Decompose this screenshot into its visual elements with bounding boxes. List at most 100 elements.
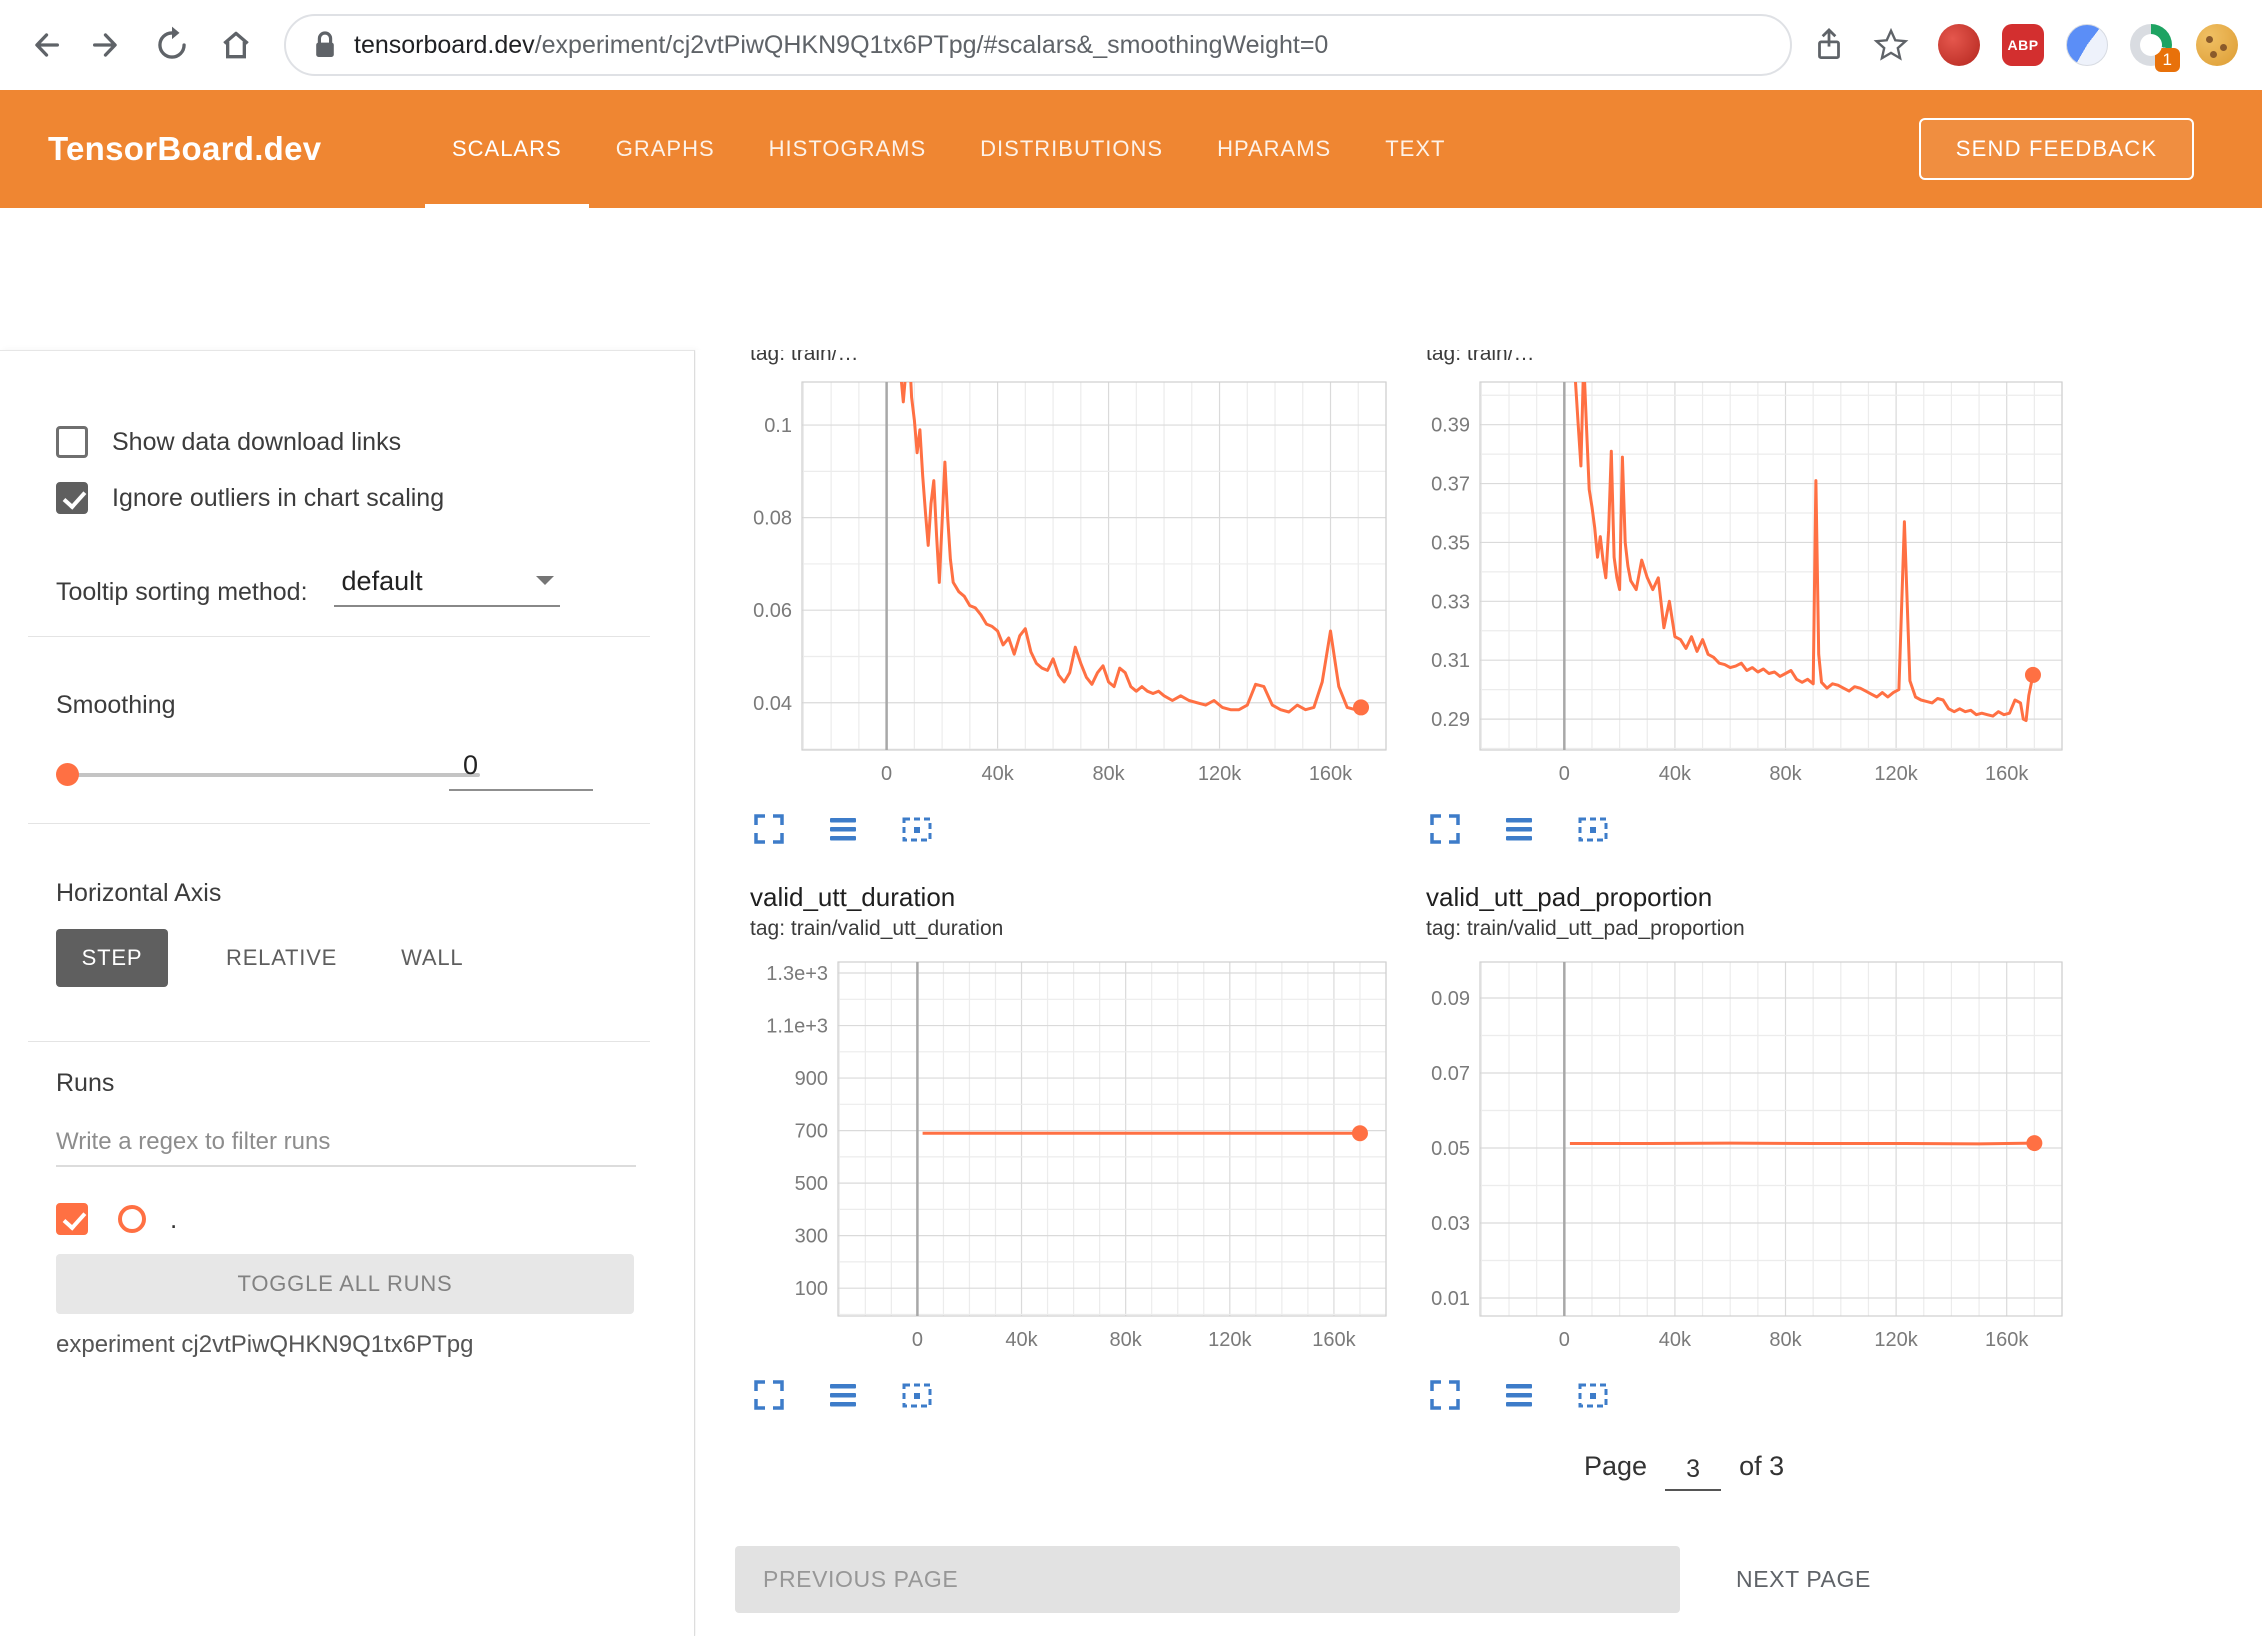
svg-text:80k: 80k xyxy=(1769,1329,1802,1351)
svg-text:1.3e+3: 1.3e+3 xyxy=(766,963,828,985)
experiment-id: experiment cj2vtPiwQHKN9Q1tx6PTpg xyxy=(56,1331,474,1359)
svg-text:700: 700 xyxy=(795,1121,828,1143)
tab-scalars[interactable]: SCALARS xyxy=(425,90,589,208)
tab-graphs[interactable]: GRAPHS xyxy=(589,90,742,208)
data-series-icon[interactable] xyxy=(1502,1377,1538,1413)
reload-button[interactable] xyxy=(150,23,194,67)
fit-domain-icon[interactable] xyxy=(900,1377,936,1413)
expand-chart-icon[interactable] xyxy=(752,1377,788,1413)
forward-button[interactable] xyxy=(86,23,130,67)
tooltip-sorting-select[interactable]: default xyxy=(334,566,560,607)
smoothing-value-input[interactable] xyxy=(449,741,593,791)
tab-histograms[interactable]: HISTOGRAMS xyxy=(742,90,954,208)
run-row: . xyxy=(56,1199,177,1239)
horizontal-axis-label: Horizontal Axis xyxy=(56,879,221,908)
extension-icon-abp[interactable]: ABP xyxy=(2002,24,2044,66)
back-arrow-icon xyxy=(24,25,64,65)
share-button[interactable] xyxy=(1806,22,1852,68)
forward-arrow-icon xyxy=(88,25,128,65)
svg-text:120k: 120k xyxy=(1208,1329,1252,1351)
svg-text:0.31: 0.31 xyxy=(1431,650,1470,672)
divider xyxy=(28,1041,650,1042)
line-chart[interactable]: 0.290.310.330.350.370.39040k80k120k160k xyxy=(1426,369,2068,795)
extension-icon-pie[interactable] xyxy=(2066,24,2108,66)
ignore-outliers-label: Ignore outliers in chart scaling xyxy=(112,484,444,513)
reload-icon xyxy=(152,25,192,65)
expand-chart-icon[interactable] xyxy=(752,811,788,847)
svg-text:0.1: 0.1 xyxy=(764,415,792,437)
line-chart[interactable]: 1003005007009001.1e+31.3e+3040k80k120k16… xyxy=(750,944,1392,1361)
svg-text:80k: 80k xyxy=(1769,763,1802,785)
axis-relative-button[interactable]: RELATIVE xyxy=(220,944,343,972)
extension-icon-adblock[interactable] xyxy=(1938,24,1980,66)
run-checkbox[interactable] xyxy=(56,1203,88,1235)
expand-chart-icon[interactable] xyxy=(1428,811,1464,847)
fit-domain-icon[interactable] xyxy=(900,811,936,847)
toggle-all-runs-button[interactable]: TOGGLE ALL RUNS xyxy=(56,1254,634,1314)
chart-actions xyxy=(750,1377,1392,1413)
share-icon xyxy=(1810,26,1848,64)
data-series-icon[interactable] xyxy=(1502,811,1538,847)
url-path: /experiment/cj2vtPiwQHKN9Q1tx6PTpg/#scal… xyxy=(535,31,1329,59)
previous-page-button[interactable]: PREVIOUS PAGE xyxy=(735,1546,1680,1613)
abp-label: ABP xyxy=(2007,37,2038,53)
tab-distributions[interactable]: DISTRIBUTIONS xyxy=(953,90,1190,208)
expand-chart-icon[interactable] xyxy=(1428,1377,1464,1413)
svg-text:40k: 40k xyxy=(1005,1329,1038,1351)
data-series-icon[interactable] xyxy=(826,1377,862,1413)
runs-label: Runs xyxy=(56,1069,114,1098)
url-text: tensorboard.dev/experiment/cj2vtPiwQHKN9… xyxy=(354,31,1328,60)
fit-domain-icon[interactable] xyxy=(1576,811,1612,847)
cookie-icon[interactable] xyxy=(2196,24,2238,66)
extension-icon-donut[interactable]: 1 xyxy=(2130,24,2172,66)
tooltip-sorting-label: Tooltip sorting method: xyxy=(56,578,308,607)
home-button[interactable] xyxy=(214,23,258,67)
chart-tag: tag: train/valid_utt_duration xyxy=(750,914,1392,944)
ignore-outliers-checkbox[interactable] xyxy=(56,482,88,514)
bookmark-star-button[interactable] xyxy=(1868,22,1914,68)
chart-actions xyxy=(1426,811,2068,847)
chart-tag: tag: train/… xyxy=(750,350,1392,369)
show-download-links-checkbox[interactable] xyxy=(56,426,88,458)
page-number-input[interactable] xyxy=(1665,1455,1721,1491)
smoothing-slider-thumb[interactable] xyxy=(56,763,79,786)
data-series-icon[interactable] xyxy=(826,811,862,847)
chart-card-valid-utt-duration: valid_utt_duration tag: train/valid_utt_… xyxy=(750,880,1392,1413)
svg-text:100: 100 xyxy=(795,1278,828,1300)
line-chart[interactable]: 0.010.030.050.070.09040k80k120k160k xyxy=(1426,944,2068,1361)
next-page-button[interactable]: NEXT PAGE xyxy=(1712,1546,1895,1613)
svg-text:0: 0 xyxy=(881,763,892,785)
send-feedback-button[interactable]: SEND FEEDBACK xyxy=(1919,118,2194,180)
svg-text:0.07: 0.07 xyxy=(1431,1063,1470,1085)
chart-actions xyxy=(750,811,1392,847)
chart-card-top-right: tag: train/… 0.290.310.330.350.370.39040… xyxy=(1426,350,2068,847)
axis-step-button[interactable]: STEP xyxy=(56,929,168,987)
svg-text:0: 0 xyxy=(1559,763,1570,785)
svg-text:300: 300 xyxy=(795,1226,828,1248)
fit-domain-icon[interactable] xyxy=(1576,1377,1612,1413)
smoothing-slider[interactable] xyxy=(60,773,480,777)
divider xyxy=(28,823,650,824)
svg-text:0.06: 0.06 xyxy=(753,600,792,622)
settings-sidebar: Show data download links Ignore outliers… xyxy=(0,350,695,1636)
svg-text:0: 0 xyxy=(912,1329,923,1351)
svg-text:80k: 80k xyxy=(1110,1329,1143,1351)
chart-actions xyxy=(1426,1377,2068,1413)
chart-card-top-left: tag: train/… 0.040.060.080.1040k80k120k1… xyxy=(750,350,1392,847)
svg-text:160k: 160k xyxy=(1985,763,2029,785)
svg-text:0.04: 0.04 xyxy=(753,693,792,715)
svg-text:1.1e+3: 1.1e+3 xyxy=(766,1016,828,1038)
show-download-links-label: Show data download links xyxy=(112,428,401,457)
svg-text:80k: 80k xyxy=(1092,763,1125,785)
tab-hparams[interactable]: HPARAMS xyxy=(1190,90,1358,208)
back-button[interactable] xyxy=(22,23,66,67)
axis-wall-button[interactable]: WALL xyxy=(395,944,469,972)
lock-icon[interactable] xyxy=(312,29,338,61)
url-bar[interactable]: tensorboard.dev/experiment/cj2vtPiwQHKN9… xyxy=(284,14,1792,76)
line-chart[interactable]: 0.040.060.080.1040k80k120k160k xyxy=(750,369,1392,795)
runs-filter-input[interactable] xyxy=(56,1119,636,1167)
chart-title: valid_utt_duration xyxy=(750,880,1392,914)
tab-text[interactable]: TEXT xyxy=(1358,90,1472,208)
svg-text:160k: 160k xyxy=(1985,1329,2029,1351)
svg-text:40k: 40k xyxy=(1659,1329,1692,1351)
